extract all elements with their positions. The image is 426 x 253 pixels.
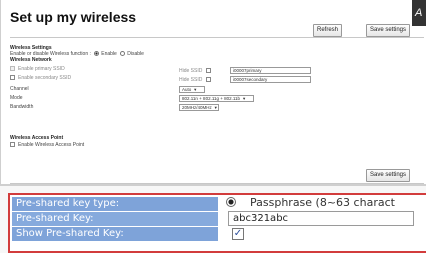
zoomed-detail: Pre-shared key type: Passphrase (8~63 ch… [0, 184, 426, 253]
passphrase-radio[interactable] [226, 197, 236, 207]
disable-radio-label: Disable [127, 51, 144, 57]
chevron-down-icon: ▼ [213, 105, 218, 110]
mode-value: 802.11n + 802.11g + 802.11b [182, 96, 241, 101]
hide-ssid-primary: Hide SSID [179, 68, 214, 74]
psk-type-value: Passphrase (8~63 charact [250, 196, 395, 209]
secondary-ssid-input[interactable]: i00007secondary [230, 76, 311, 83]
access-point-heading: Wireless Access Point [10, 135, 64, 141]
access-point-label: Enable Wireless Access Point [18, 142, 85, 148]
access-point-checkbox[interactable] [10, 142, 15, 148]
bandwidth-value: 20MHz/40MHz [182, 105, 212, 110]
psk-type-label: Pre-shared key type: [12, 197, 218, 211]
hide-ssid-primary-checkbox[interactable] [205, 68, 211, 74]
refresh-button[interactable]: Refresh [313, 24, 343, 37]
secondary-ssid-label: Enable secondary SSID [18, 75, 72, 81]
corner-tab: A [412, 0, 426, 26]
psk-type-value-row: Passphrase (8~63 charact [226, 196, 395, 209]
highlight-box: Pre-shared key type: Passphrase (8~63 ch… [8, 193, 426, 253]
chevron-down-icon: ▼ [193, 87, 198, 92]
channel-select[interactable]: Auto ▼ [179, 86, 205, 93]
hide-ssid-label: Hide SSID [179, 68, 203, 74]
save-settings-button-bottom[interactable]: Save settings [366, 169, 411, 182]
hide-ssid-secondary: Hide SSID [179, 77, 214, 83]
access-point-row: Enable Wireless Access Point [10, 142, 84, 148]
channel-label: Channel [10, 86, 29, 92]
divider [10, 37, 424, 38]
secondary-ssid-row: Enable secondary SSID [10, 75, 71, 81]
wireless-network-heading: Wireless Network [10, 57, 52, 63]
psk-input[interactable]: abc321abc [228, 211, 414, 226]
primary-ssid-input[interactable]: i00007primary [230, 67, 311, 74]
page-title: Set up my wireless [10, 9, 137, 25]
psk-label: Pre-shared Key: [12, 212, 218, 226]
mode-label: Mode [10, 95, 23, 101]
bandwidth-select[interactable]: 20MHz/40MHz ▼ [179, 104, 219, 111]
mode-select[interactable]: 802.11n + 802.11g + 802.11b ▼ [179, 95, 254, 102]
show-psk-checkbox[interactable]: ✓ [232, 228, 244, 240]
zoom-lower-area [12, 242, 426, 251]
hide-ssid-label: Hide SSID [179, 77, 203, 83]
primary-ssid-label: Enable primary SSID [18, 66, 65, 72]
hide-ssid-secondary-checkbox[interactable] [205, 77, 211, 83]
primary-ssid-row: Enable primary SSID [10, 66, 65, 72]
primary-ssid-checkbox[interactable] [10, 66, 15, 72]
secondary-ssid-checkbox[interactable] [10, 75, 15, 81]
show-psk-label: Show Pre-shared Key: [12, 227, 218, 241]
disable-radio[interactable] [120, 51, 126, 57]
enable-radio-label: Enable [101, 51, 117, 57]
bandwidth-label: Bandwidth [10, 104, 34, 110]
save-settings-button[interactable]: Save settings [366, 24, 411, 37]
enable-radio[interactable] [94, 51, 100, 57]
channel-value: Auto [182, 87, 192, 92]
chevron-down-icon: ▼ [242, 96, 247, 101]
